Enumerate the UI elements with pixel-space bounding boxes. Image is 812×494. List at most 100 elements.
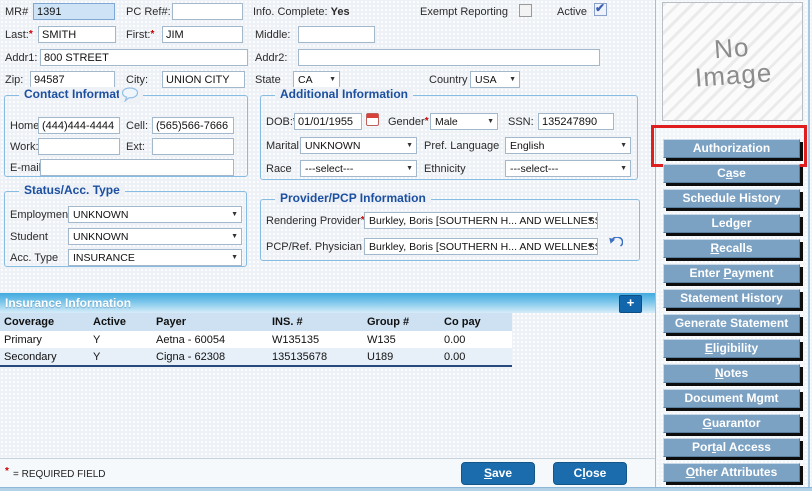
dropdown-arrow-icon: ▼ [509,76,516,83]
calendar-icon[interactable] [366,113,379,126]
employment-select[interactable]: UNKNOWN ▼ [68,206,242,223]
state-select[interactable]: CA ▼ [293,71,340,88]
acc-type-select[interactable]: INSURANCE ▼ [68,249,242,266]
home-phone-input[interactable] [38,117,120,134]
sidebar-button-case[interactable]: Case [663,164,800,183]
first-name-input[interactable] [162,26,243,43]
close-button[interactable]: Close [553,462,627,485]
addr1-input[interactable] [40,49,248,66]
insurance-row-primary[interactable]: Primary Y Aetna - 60054 W135135 W135 0.0… [0,331,512,349]
insurance-information-header: Insurance Information + [0,293,655,313]
no-image-placeholder: No Image [662,2,803,121]
sidebar-button-other-attributes[interactable]: Other Attributes [663,463,800,482]
dropdown-arrow-icon: ▼ [487,118,494,125]
insurance-table-bottom-rule [0,365,512,367]
sidebar-button-notes[interactable]: Notes [663,364,800,383]
last-name-label: Last:* [5,29,33,41]
pcp-physician-label: PCP/Ref. Physician [266,241,362,253]
dob-label: DOB:* [266,116,297,128]
additional-information-title: Additional Information [275,87,413,101]
patient-form-panel: MR# PC Ref#: Info. Complete: Yes Exempt … [0,0,656,487]
provider-pcp-title: Provider/PCP Information [275,191,431,205]
dropdown-arrow-icon: ▼ [406,165,413,172]
pcp-physician-select[interactable]: Burkley, Boris [SOUTHERN H... AND WELLNE… [364,238,598,255]
dropdown-arrow-icon: ▼ [587,243,594,250]
ext-input[interactable] [152,138,234,155]
dropdown-arrow-icon: ▼ [329,76,336,83]
comment-bubble-icon[interactable] [119,87,141,105]
sidebar-button-recalls[interactable]: Recalls [663,239,800,258]
student-label: Student [10,231,48,243]
patient-demographics-window: { "misc": { "required_marker": "*" }, "c… [0,0,812,494]
rendering-provider-select[interactable]: Burkley, Boris [SOUTHERN H... AND WELLNE… [364,212,598,229]
gender-select[interactable]: Male ▼ [430,113,498,130]
insurance-information-title: Insurance Information [5,296,131,310]
middle-name-input[interactable] [298,26,375,43]
insurance-row-secondary[interactable]: Secondary Y Cigna - 62308 135135678 U189… [0,348,512,366]
pref-language-select[interactable]: English ▼ [505,137,631,154]
sidebar-button-eligibility[interactable]: Eligibility [663,339,800,358]
state-label: State [255,74,281,86]
exempt-reporting-label: Exempt Reporting [420,6,508,18]
undo-icon[interactable] [607,237,623,250]
sidebar-button-authorization[interactable]: Authorization [663,139,800,158]
pc-ref-input[interactable] [172,3,243,20]
column-copay: Co pay [444,316,481,328]
active-checkbox[interactable]: ✔ [594,3,607,16]
work-phone-input[interactable] [38,138,120,155]
ethnicity-select[interactable]: ---select--- ▼ [505,160,631,177]
sidebar-right-border [808,0,810,487]
country-select[interactable]: USA ▼ [470,71,520,88]
email-input[interactable] [40,159,234,176]
rendering-provider-label: Rendering Provider* [266,215,365,227]
marital-select[interactable]: UNKNOWN ▼ [300,137,417,154]
check-icon: ✔ [595,1,605,15]
addr2-input[interactable] [298,49,600,66]
pc-ref-label: PC Ref#: [126,6,171,18]
work-phone-label: Work: [10,141,39,153]
addr2-label: Addr2: [255,52,287,64]
ssn-input[interactable] [538,113,614,130]
no-image-text: No Image [692,32,773,90]
sidebar-button-schedule-history[interactable]: Schedule History [663,189,800,208]
info-complete-label: Info. Complete: Yes [253,6,350,18]
ext-label: Ext: [126,141,145,153]
save-button[interactable]: Save [461,462,535,485]
dob-input[interactable] [294,113,362,130]
info-complete-value: Yes [331,6,350,18]
insurance-table-header: Coverage Active Payer INS. # Group # Co … [0,313,512,331]
column-payer: Payer [156,316,186,328]
pref-language-label: Pref. Language [424,140,499,152]
add-insurance-button[interactable]: + [619,295,642,313]
city-label: City: [126,74,148,86]
race-label: Race [266,163,292,175]
dropdown-arrow-icon: ▼ [231,233,238,240]
ssn-label: SSN: [508,116,534,128]
column-active: Active [93,316,126,328]
race-select[interactable]: ---select--- ▼ [300,160,417,177]
student-select[interactable]: UNKNOWN ▼ [68,228,242,245]
sidebar-button-document-mgmt[interactable]: Document Mgmt [663,389,800,408]
window-bottom-edge [0,487,812,491]
sidebar-button-generate-statement[interactable]: Generate Statement [663,314,800,333]
sidebar-button-guarantor[interactable]: Guarantor [663,414,800,433]
zip-input[interactable] [30,71,115,88]
dropdown-arrow-icon: ▼ [406,142,413,149]
sidebar-button-enter-payment[interactable]: Enter Payment [663,264,800,283]
city-input[interactable] [162,71,245,88]
last-name-input[interactable] [38,26,116,43]
status-acc-type-title: Status/Acc. Type [19,183,125,197]
sidebar-button-ledger[interactable]: Ledger [663,214,800,233]
mr-input[interactable] [33,3,115,20]
cell-phone-input[interactable] [152,117,234,134]
active-label: Active [557,6,587,18]
first-name-label: First:* [126,29,154,41]
sidebar-button-statement-history[interactable]: Statement History [663,289,800,308]
sidebar-button-portal-access[interactable]: Portal Access [663,438,800,457]
dropdown-arrow-icon: ▼ [231,211,238,218]
exempt-reporting-checkbox[interactable] [519,4,532,17]
addr1-label: Addr1: [5,52,37,64]
required-field-note: = REQUIRED FIELD [13,469,106,480]
gender-label: Gender* [388,116,429,128]
column-ins-number: INS. # [272,316,303,328]
